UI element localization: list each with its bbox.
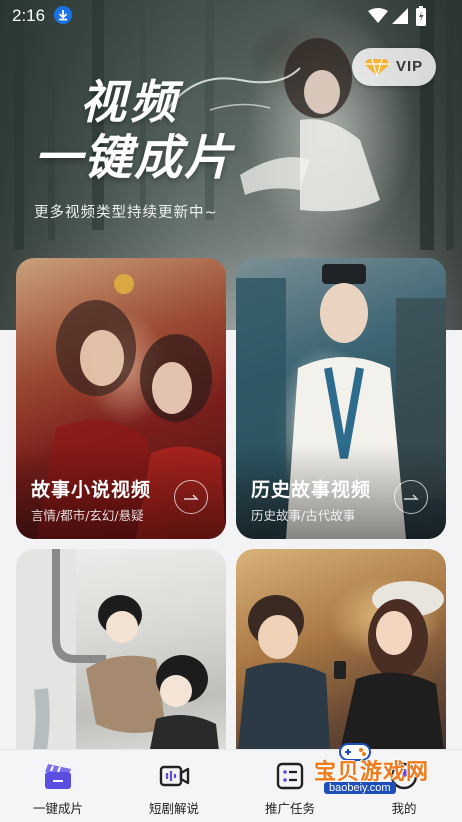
watermark: 宝贝游戏网 baobeiy.com: [284, 743, 454, 802]
arrow-right-icon[interactable]: [394, 480, 428, 514]
nav-label: 短剧解说: [148, 801, 199, 816]
card-comic-video[interactable]: [16, 549, 226, 769]
card-title: 历史故事视频: [251, 479, 372, 501]
card-title: 故事小说视频: [31, 479, 152, 501]
nav-item-drama-commentary[interactable]: 短剧解说: [124, 750, 224, 822]
nav-item-one-click[interactable]: 一键成片: [8, 750, 108, 822]
download-icon: [54, 6, 72, 24]
card-tags: 言情/都市/玄幻/悬疑: [31, 508, 144, 523]
status-bar: 2:16: [0, 0, 462, 32]
vip-diamond-icon: [364, 58, 390, 80]
status-time: 2:16: [12, 6, 46, 25]
card-illustration: [16, 549, 221, 769]
battery-icon: [416, 6, 426, 30]
vip-button[interactable]: VIP: [352, 48, 436, 86]
arrow-right-icon[interactable]: [174, 480, 208, 514]
watermark-url: baobeiy.com: [324, 782, 396, 794]
nav-label: 一键成片: [32, 801, 83, 816]
card-story-video[interactable]: 故事小说视频 言情/都市/玄幻/悬疑: [16, 258, 226, 539]
card-tags: 历史故事/古代故事: [251, 508, 356, 523]
vip-label: VIP: [396, 58, 424, 75]
hero-subtitle: 更多视频类型持续更新中~: [34, 205, 218, 221]
video-camera-icon: [158, 760, 190, 792]
card-history-video[interactable]: 历史故事视频 历史故事/古代故事: [236, 258, 446, 539]
clapperboard-icon: [42, 760, 74, 792]
wifi-icon: [368, 8, 388, 28]
hero-title-line2: 一键成片: [34, 130, 235, 186]
signal-icon: [392, 8, 408, 28]
